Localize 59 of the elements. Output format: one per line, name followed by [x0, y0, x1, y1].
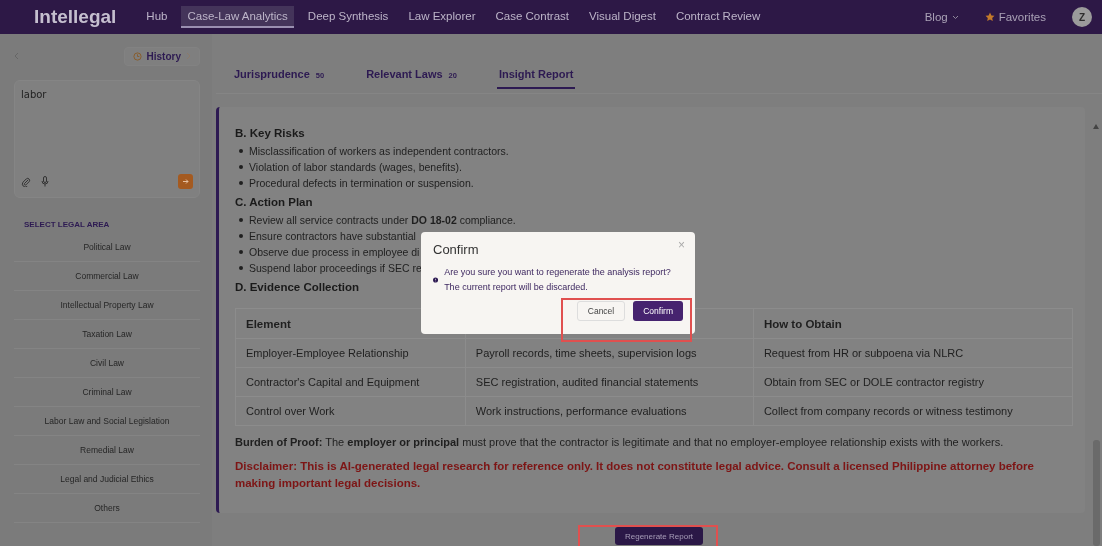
chevron-down-icon: [951, 14, 959, 20]
paperclip-icon[interactable]: [21, 176, 31, 187]
table-cell: Payroll records, time sheets, supervision logs: [465, 338, 754, 368]
bullet-dot-icon: [239, 234, 243, 238]
scroll-up-icon[interactable]: [1093, 124, 1099, 129]
bullet-dot-icon: [239, 149, 243, 153]
query-input[interactable]: labor: [14, 80, 200, 198]
bullet-item: Ensure contractors have substantial: [249, 229, 416, 243]
bullet-item: Observe due process in employee di: [249, 245, 420, 259]
nav-link[interactable]: Case Contrast: [489, 6, 575, 28]
disclaimer-text: Disclaimer: This is AI-generated legal research for reference only. It does not constitute legal advice. Consult a licensed Philippine attorney before making important legal decisions.: [235, 459, 1035, 491]
table-cell: SEC registration, audited financial statements: [465, 367, 754, 397]
bullet-dot-icon: [239, 266, 243, 270]
bullet-item: Misclassification of workers as independent contractors.: [249, 144, 509, 158]
query-text: labor: [21, 89, 48, 100]
burden-of-proof-text: Burden of Proof: The employer or principal must prove that the contractor is legitimate and that no employer-employee relationship exists with the workers.: [235, 436, 1004, 448]
nav-link[interactable]: Case-Law Analytics: [181, 6, 294, 28]
section-title: SELECT LEGAL AREA: [24, 220, 111, 229]
bullet-item: Violation of labor standards (wages, benefits).: [249, 160, 462, 174]
microphone-icon[interactable]: [41, 176, 49, 187]
nav-link[interactable]: Visual Digest: [583, 6, 662, 28]
bullet-dot-icon: [239, 181, 243, 185]
nav-link[interactable]: Law Explorer: [402, 6, 482, 28]
bullet-dot-icon: [239, 165, 243, 169]
report-tab[interactable]: Insight Report: [496, 68, 576, 89]
dialog-title: Confirm: [433, 242, 479, 257]
bullet-dot-icon: [239, 250, 243, 254]
section-heading: D. Evidence Collection: [235, 281, 359, 293]
star-icon: [984, 12, 995, 22]
bullet-item: Review all service contracts under DO 18-02 compliance.: [249, 213, 516, 227]
send-button[interactable]: [178, 174, 193, 189]
bullet-dot-icon: [239, 218, 243, 222]
dialog-button[interactable]: Confirm: [633, 301, 683, 321]
history-button[interactable]: History: [123, 46, 200, 66]
table-cell: Employer-Employee Relationship: [235, 338, 466, 368]
nav-link[interactable]: Hub: [140, 6, 174, 28]
nav-link[interactable]: Contract Review: [669, 6, 767, 28]
info-icon: [433, 276, 439, 284]
table-cell: Collect from company records or witness testimony: [753, 396, 1073, 426]
dialog-button[interactable]: Cancel: [576, 301, 626, 321]
bullet-item: Procedural defects in termination or suspension.: [249, 176, 474, 190]
table-cell: Work instructions, performance evaluations: [465, 396, 754, 426]
section-heading: C. Action Plan: [235, 196, 313, 208]
dialog-message: Are you sure you want to regenerate the analysis report? The current report will be discarded.: [444, 266, 672, 294]
table-cell: Obtain from SEC or DOLE contractor registry: [753, 367, 1073, 397]
favorites-button[interactable]: Favorites: [984, 11, 1046, 23]
nav-link[interactable]: Deep Synthesis: [301, 6, 395, 28]
app-logo[interactable]: Intellegal: [34, 6, 117, 28]
regenerate-report-button[interactable]: Regenerate Report: [614, 527, 703, 545]
blog-menu[interactable]: Blog: [924, 11, 959, 23]
section-heading: B. Key Risks: [235, 127, 305, 139]
arrow-right-icon: [182, 178, 189, 185]
user-avatar[interactable]: Z: [1072, 7, 1092, 27]
bullet-item: Suspend labor proceedings if SEC re: [249, 261, 422, 275]
column-header: How to Obtain: [753, 308, 1073, 339]
table-cell: Control over Work: [235, 396, 466, 426]
table-cell: Contractor's Capital and Equipment: [235, 367, 466, 397]
table-cell: Request from HR or subpoena via NLRC: [753, 338, 1073, 368]
clock-icon: [132, 51, 142, 61]
